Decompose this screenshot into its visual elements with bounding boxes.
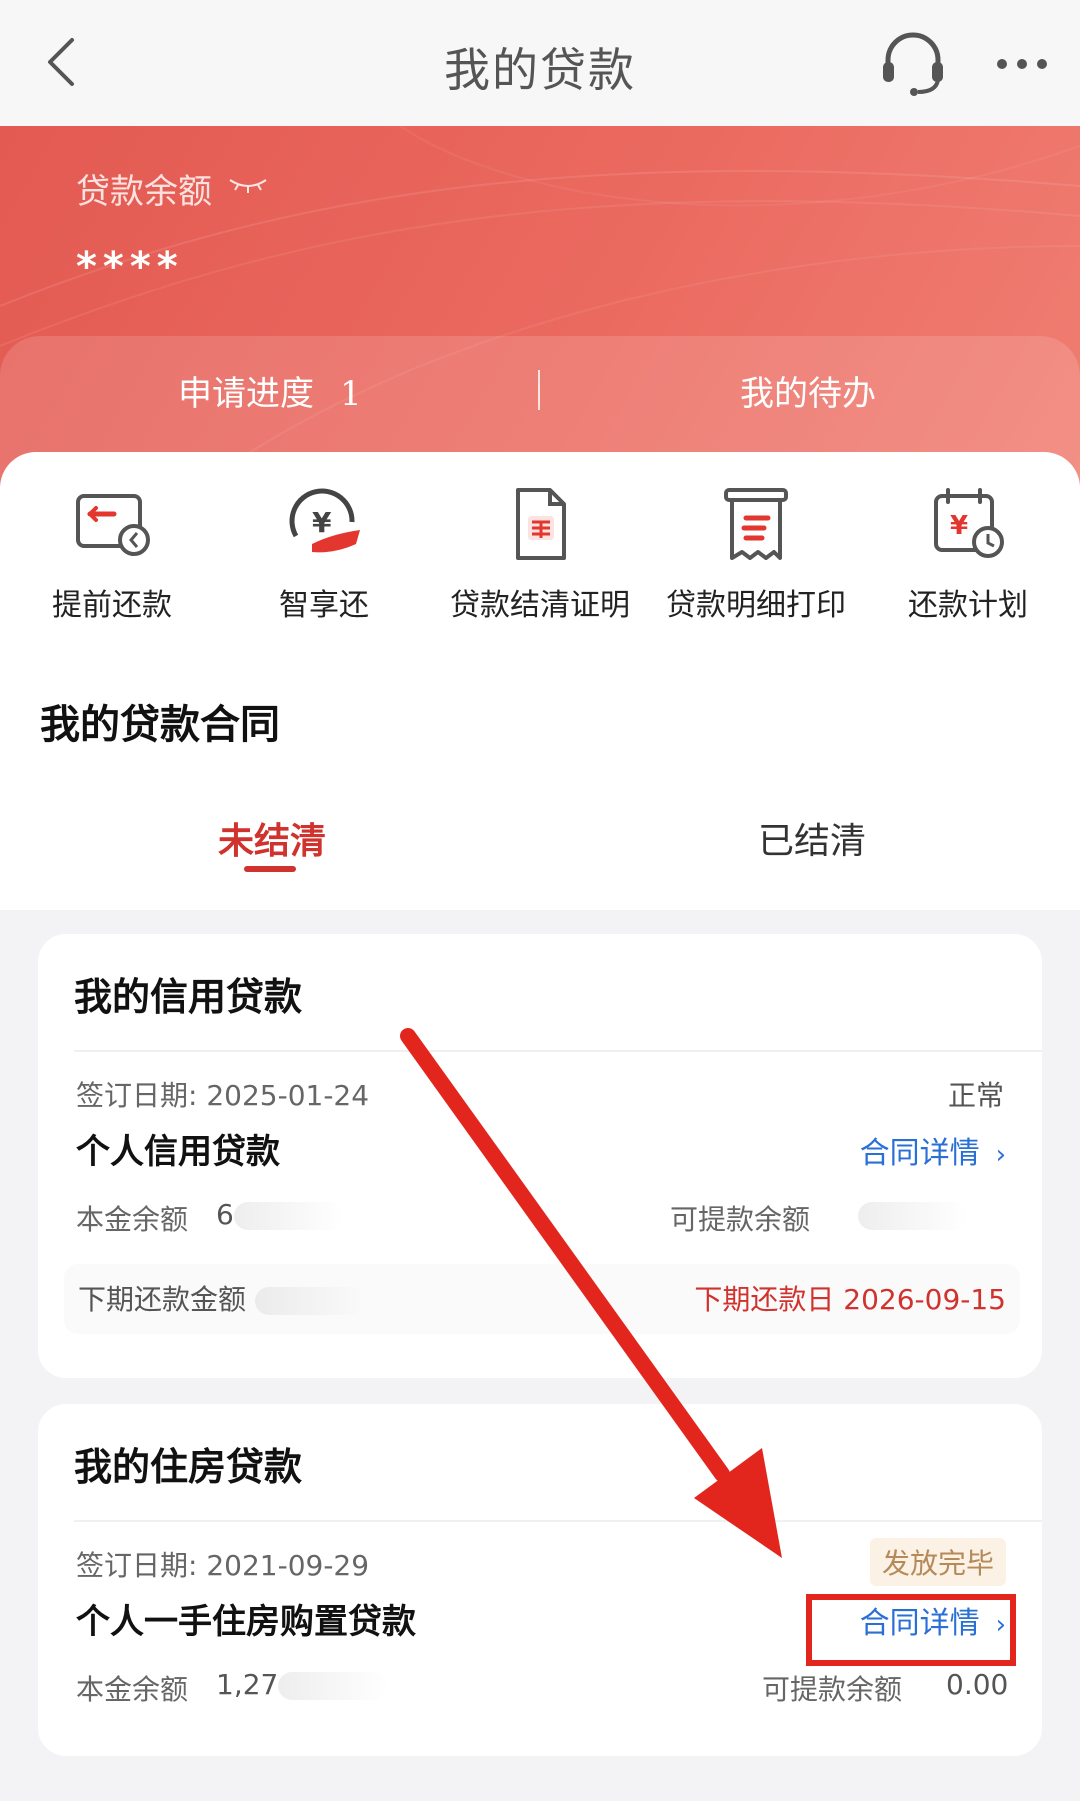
quick-action-label: 智享还 xyxy=(279,588,369,623)
tab-settled[interactable]: 已结清 xyxy=(758,812,866,864)
apply-progress-label: 申请进度 xyxy=(178,374,314,414)
principal-value: 1,27 xyxy=(216,1668,389,1701)
loan-status: 正常 xyxy=(947,1079,1004,1112)
settlement-certificate-icon xyxy=(516,488,566,560)
withdraw-label: 可提款余额 xyxy=(670,1203,811,1236)
repayment-plan-icon: ¥ xyxy=(934,488,1004,558)
loan-balance-banner: 贷款余额 **** 申请进度 1 我的待办 xyxy=(0,126,1080,486)
quick-action-label: 贷款明细打印 xyxy=(666,588,846,623)
tab-active-indicator xyxy=(244,866,296,872)
masked-value xyxy=(233,1202,344,1230)
credit-loan-card: 我的信用贷款 签订日期: 2025-01-24 正常 个人信用贷款 合同详情 › … xyxy=(38,934,1042,1378)
quick-action-repayment-plan[interactable]: ¥ 还款计划 xyxy=(860,482,1076,624)
early-repay-icon xyxy=(76,494,150,556)
quick-action-detail-print[interactable]: 贷款明细打印 xyxy=(648,482,864,624)
contract-detail-label: 合同详情 xyxy=(859,1136,980,1171)
main-panel: 提前还款 ¥ 智享还 贷款结清证明 贷款明细打印 ¥ 还款计划 我的贷款合同 未… xyxy=(0,452,1080,910)
withdraw-value-masked xyxy=(858,1198,968,1231)
quick-action-smart-repay[interactable]: ¥ 智享还 xyxy=(216,482,432,624)
balance-value: **** xyxy=(76,244,184,290)
sign-date: 签订日期: 2025-01-24 xyxy=(76,1079,370,1112)
housing-loan-heading: 我的住房贷款 xyxy=(74,1445,303,1489)
contract-detail-link[interactable]: 合同详情 › xyxy=(860,1128,1006,1172)
status-badge: 发放完毕 xyxy=(869,1538,1006,1586)
withdraw-value: 0.00 xyxy=(946,1668,1009,1701)
housing-loan-card: 我的住房贷款 签订日期: 2021-09-29 发放完毕 个人一手住房购置贷款 … xyxy=(38,1404,1042,1756)
next-payment-date: 下期还款日 2026-09-15 xyxy=(694,1283,1006,1316)
svg-text:¥: ¥ xyxy=(950,511,968,541)
withdraw-label: 可提款余额 xyxy=(762,1673,903,1706)
next-amount-label-text: 下期还款金额 xyxy=(78,1283,247,1316)
principal-value: 6 xyxy=(216,1198,344,1231)
next-payment-row: 下期还款金额 下期还款日 2026-09-15 xyxy=(64,1264,1020,1334)
credit-loan-heading: 我的信用贷款 xyxy=(74,975,303,1019)
principal-value-text: 6 xyxy=(216,1198,234,1231)
masked-value xyxy=(254,1287,365,1315)
contracts-heading: 我的贷款合同 xyxy=(40,702,280,748)
principal-value-text: 1,27 xyxy=(216,1668,279,1701)
eye-closed-icon[interactable] xyxy=(228,174,268,194)
next-amount-label: 下期还款金额 xyxy=(78,1278,365,1318)
loan-name: 个人信用贷款 xyxy=(76,1132,280,1172)
smart-repay-icon: ¥ xyxy=(289,488,360,553)
more-icon[interactable] xyxy=(992,44,1052,84)
svg-text:¥: ¥ xyxy=(312,506,332,539)
apply-progress-count: 1 xyxy=(340,374,362,414)
principal-label: 本金余额 xyxy=(76,1203,189,1236)
strip-divider xyxy=(538,370,540,410)
apply-progress-button[interactable]: 申请进度 1 xyxy=(178,366,362,415)
nav-bar: 我的贷款 xyxy=(0,0,1080,126)
quick-action-label: 还款计划 xyxy=(908,588,1028,623)
sign-date: 签订日期: 2021-09-29 xyxy=(76,1549,370,1582)
loan-name: 个人一手住房购置贷款 xyxy=(76,1602,416,1642)
quick-action-label: 贷款结清证明 xyxy=(450,588,630,623)
masked-value xyxy=(858,1202,968,1230)
quick-action-settlement-certificate[interactable]: 贷款结清证明 xyxy=(432,482,648,624)
masked-value xyxy=(278,1672,389,1700)
detail-print-icon xyxy=(724,488,788,560)
principal-label: 本金余额 xyxy=(76,1673,189,1706)
divider xyxy=(74,1520,1042,1522)
annotation-highlight-box xyxy=(806,1594,1016,1666)
my-todo-button[interactable]: 我的待办 xyxy=(740,366,876,415)
balance-label: 贷款余额 xyxy=(76,172,212,212)
quick-action-early-repay[interactable]: 提前还款 xyxy=(4,482,220,624)
quick-action-label: 提前还款 xyxy=(52,588,172,623)
divider xyxy=(74,1050,1042,1052)
chevron-right-icon: › xyxy=(995,1140,1006,1170)
tab-unsettled[interactable]: 未结清 xyxy=(218,812,326,864)
headset-icon[interactable] xyxy=(880,28,946,98)
